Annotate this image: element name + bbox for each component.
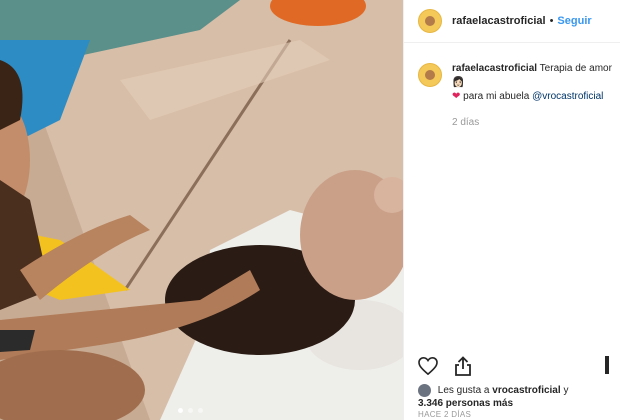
caption-time: 2 días [452, 117, 480, 128]
caption-text-2: para mi abuela [463, 91, 530, 102]
likes-count[interactable]: 3.346 personas más [418, 398, 513, 409]
carousel-indicator [178, 408, 203, 413]
share-icon [455, 356, 471, 376]
mention-link[interactable]: @vrocastroficial [532, 91, 603, 102]
caption-username[interactable]: rafaelacastroficial [452, 63, 537, 74]
share-button[interactable] [454, 356, 472, 376]
bookmark-icon [605, 356, 609, 374]
save-button[interactable] [605, 356, 609, 379]
caption-emoji: 👩🏻 [452, 77, 465, 88]
likes-and: y [563, 385, 569, 397]
header-username[interactable]: rafaelacastroficial [452, 15, 546, 27]
photo-scene [0, 0, 403, 420]
like-button[interactable] [418, 357, 438, 375]
post-timestamp: HACE 2 DÍAS [418, 410, 472, 419]
heart-emoji: ❤ [452, 91, 461, 102]
carousel-dot [178, 408, 183, 413]
post-photo[interactable] [0, 0, 403, 420]
likes-summary: Les gusta a vrocastroficial y 3.346 pers… [418, 384, 618, 410]
post-details-panel: rafaelacastroficial • Seguir rafaelacast… [403, 0, 620, 420]
liker-username[interactable]: vrocastroficial [492, 385, 560, 396]
avatar[interactable] [418, 9, 442, 33]
carousel-dot [188, 408, 193, 413]
action-bar [418, 356, 472, 376]
caption-text: Terapia de amor [539, 63, 612, 74]
likes-prefix: Les gusta a [437, 385, 490, 397]
caption: rafaelacastroficial Terapia de amor 👩🏻 ❤… [418, 62, 613, 130]
heart-outline-icon [418, 357, 438, 375]
liker-avatar[interactable] [418, 384, 431, 397]
caption-avatar[interactable] [418, 63, 442, 87]
carousel-dot [198, 408, 203, 413]
follow-button[interactable]: Seguir [557, 15, 591, 27]
post-header: rafaelacastroficial • Seguir [404, 0, 620, 43]
separator-dot: • [549, 15, 554, 27]
